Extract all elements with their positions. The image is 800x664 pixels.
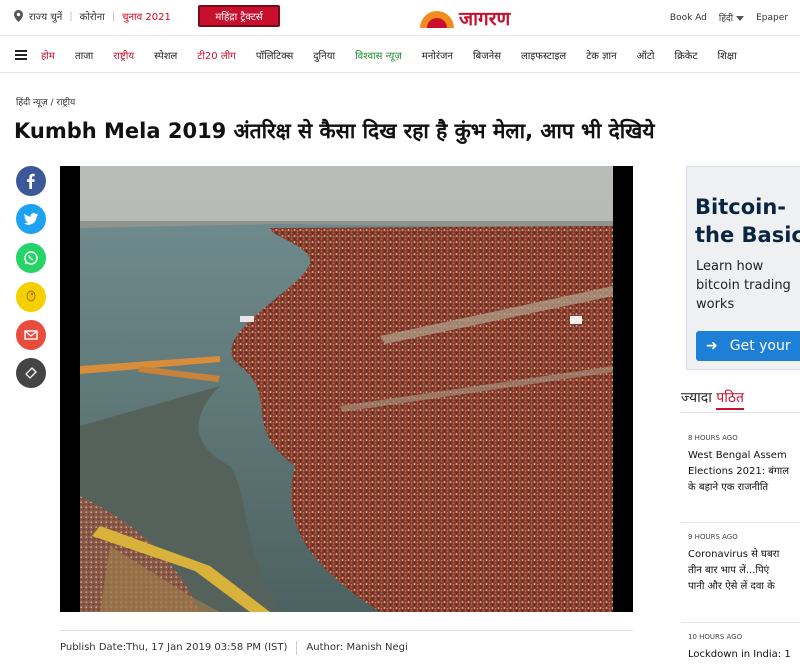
language-label: हिंदी bbox=[718, 14, 734, 24]
email-share-button[interactable] bbox=[16, 320, 46, 350]
article-meta: Publish Date:Thu, 17 Jan 2019 03:58 PM (… bbox=[60, 630, 633, 660]
nav-item-business[interactable]: बिजनेस bbox=[473, 48, 501, 62]
koo-share-button[interactable] bbox=[16, 282, 46, 312]
publish-date: Publish Date:Thu, 17 Jan 2019 03:58 PM (… bbox=[60, 642, 288, 653]
ad-headline: Bitcoin- the Basics bbox=[695, 193, 800, 249]
kumbh-crowd-photo bbox=[80, 166, 613, 612]
nav-item-vishvas[interactable]: विश्वास न्यूज़ bbox=[355, 48, 402, 62]
nav-item-education[interactable]: शिक्षा bbox=[718, 48, 737, 62]
arrow-right-icon: ➜ bbox=[706, 338, 718, 354]
nav-item-politics[interactable]: पॉलिटिक्स bbox=[256, 48, 293, 62]
nav-item-national[interactable]: राष्ट्रीय bbox=[113, 48, 134, 62]
most-read-label: ज्यादा bbox=[681, 390, 712, 406]
story-title-line: West Bengal Assem bbox=[688, 450, 787, 461]
ad-headline-line2: the Basics bbox=[695, 223, 800, 247]
nav-item-cricket[interactable]: क्रिकेट bbox=[675, 48, 698, 62]
breadcrumb[interactable]: हिंदी न्यूज़ / राष्ट्रीय bbox=[16, 95, 75, 108]
story-title-line: Lockdown in India: 1 bbox=[688, 649, 791, 660]
link-icon bbox=[25, 367, 37, 379]
story-time: 8 HOURS AGO bbox=[688, 434, 738, 442]
state-select[interactable]: राज्य चुनें bbox=[29, 9, 62, 23]
sponsor-banner[interactable]: महिंद्रा ट्रैक्टर्स bbox=[198, 5, 280, 27]
ad-headline-line1: Bitcoin- bbox=[695, 195, 786, 219]
facebook-icon bbox=[27, 173, 35, 189]
whatsapp-share-button[interactable] bbox=[16, 243, 46, 273]
most-read-heading: ज्यादा पठित bbox=[681, 388, 744, 410]
book-ad-link[interactable]: Book Ad bbox=[670, 13, 707, 23]
divider bbox=[681, 412, 800, 413]
location-pin-icon bbox=[14, 10, 23, 22]
site-logo[interactable]: जागरण bbox=[418, 5, 510, 31]
story-time: 9 HOURS AGO bbox=[688, 533, 738, 541]
ad-subtext-line1: Learn how bbox=[696, 259, 764, 274]
sun-logo-icon bbox=[420, 11, 454, 28]
divider bbox=[681, 622, 800, 623]
top-links: राज्य चुनें | कोरोना | चुनाव 2021 bbox=[14, 9, 171, 23]
chevron-down-icon bbox=[736, 16, 745, 21]
top-bar: राज्य चुनें | कोरोना | चुनाव 2021 महिंद्… bbox=[0, 0, 800, 36]
email-icon bbox=[24, 330, 38, 340]
main-nav: होम ताजा राष्ट्रीय स्पेशल टी20 लीग पॉलिट… bbox=[0, 37, 800, 73]
logo-text: जागरण bbox=[459, 8, 511, 30]
advertisement[interactable]: Bitcoin- the Basics Learn how bitcoin tr… bbox=[686, 166, 800, 370]
nav-item-tech[interactable]: टेक ज्ञान bbox=[586, 48, 616, 62]
corona-link[interactable]: कोरोना bbox=[80, 9, 105, 23]
nav-item-special[interactable]: स्पेशल bbox=[154, 48, 177, 62]
ad-cta-label: Get your bbox=[729, 338, 791, 354]
nav-item-world[interactable]: दुनिया bbox=[313, 48, 335, 62]
nav-item-auto[interactable]: ऑटो bbox=[637, 48, 655, 62]
story-title-line: के बहाने एक राजनीति bbox=[688, 482, 769, 493]
story-title-line: Elections 2021: बंगाल bbox=[688, 466, 789, 477]
elections-link[interactable]: चुनाव 2021 bbox=[122, 9, 171, 23]
ad-subtext-line2: bitcoin trading bbox=[696, 278, 791, 293]
page-title: Kumbh Mela 2019 अंतरिक्ष से कैसा दिख रहा… bbox=[14, 119, 655, 143]
story-title-line: Coronavirus से घबरा bbox=[688, 549, 780, 560]
twitter-icon bbox=[24, 213, 38, 225]
story-time: 10 HOURS AGO bbox=[688, 633, 743, 641]
language-select[interactable]: हिंदी bbox=[718, 11, 745, 24]
top-right-links: Book Ad हिंदी Epaper bbox=[670, 11, 800, 25]
koo-icon bbox=[26, 290, 37, 302]
facebook-share-button[interactable] bbox=[16, 166, 46, 196]
story-title-line: तीन बार भाप लें...पिएं bbox=[688, 565, 770, 576]
ad-subtext: Learn how bitcoin trading works bbox=[696, 257, 791, 314]
list-item[interactable]: 8 HOURS AGO West Bengal Assem Elections … bbox=[681, 434, 800, 496]
nav-item-entertainment[interactable]: मनोरंजन bbox=[422, 48, 453, 62]
story-title-line: पानी और ऐसे लें दवा के bbox=[688, 581, 775, 592]
nav-item-lifestyle[interactable]: लाइफस्टाइल bbox=[521, 48, 566, 62]
nav-item-latest[interactable]: ताजा bbox=[75, 48, 93, 62]
menu-icon[interactable] bbox=[15, 49, 27, 60]
article-image bbox=[60, 166, 633, 612]
ad-subtext-line3: works bbox=[696, 297, 735, 312]
most-read-label-accent: पठित bbox=[716, 390, 744, 410]
list-item[interactable]: 9 HOURS AGO Coronavirus से घबरा तीन बार … bbox=[681, 533, 800, 595]
whatsapp-icon bbox=[24, 251, 38, 265]
divider bbox=[296, 640, 298, 655]
nav-item-home[interactable]: होम bbox=[41, 48, 55, 62]
divider: | bbox=[69, 10, 73, 22]
divider: | bbox=[111, 10, 116, 22]
epaper-link[interactable]: Epaper bbox=[756, 13, 788, 23]
twitter-share-button[interactable] bbox=[16, 204, 46, 234]
copy-link-button[interactable] bbox=[16, 358, 46, 388]
nav-item-t20[interactable]: टी20 लीग bbox=[197, 48, 236, 62]
divider bbox=[681, 522, 800, 523]
ad-cta-button[interactable]: ➜ Get your bbox=[696, 331, 800, 361]
author[interactable]: Author: Manish Negi bbox=[306, 642, 407, 653]
list-item[interactable]: 10 HOURS AGO Lockdown in India: 1 bbox=[681, 633, 800, 663]
